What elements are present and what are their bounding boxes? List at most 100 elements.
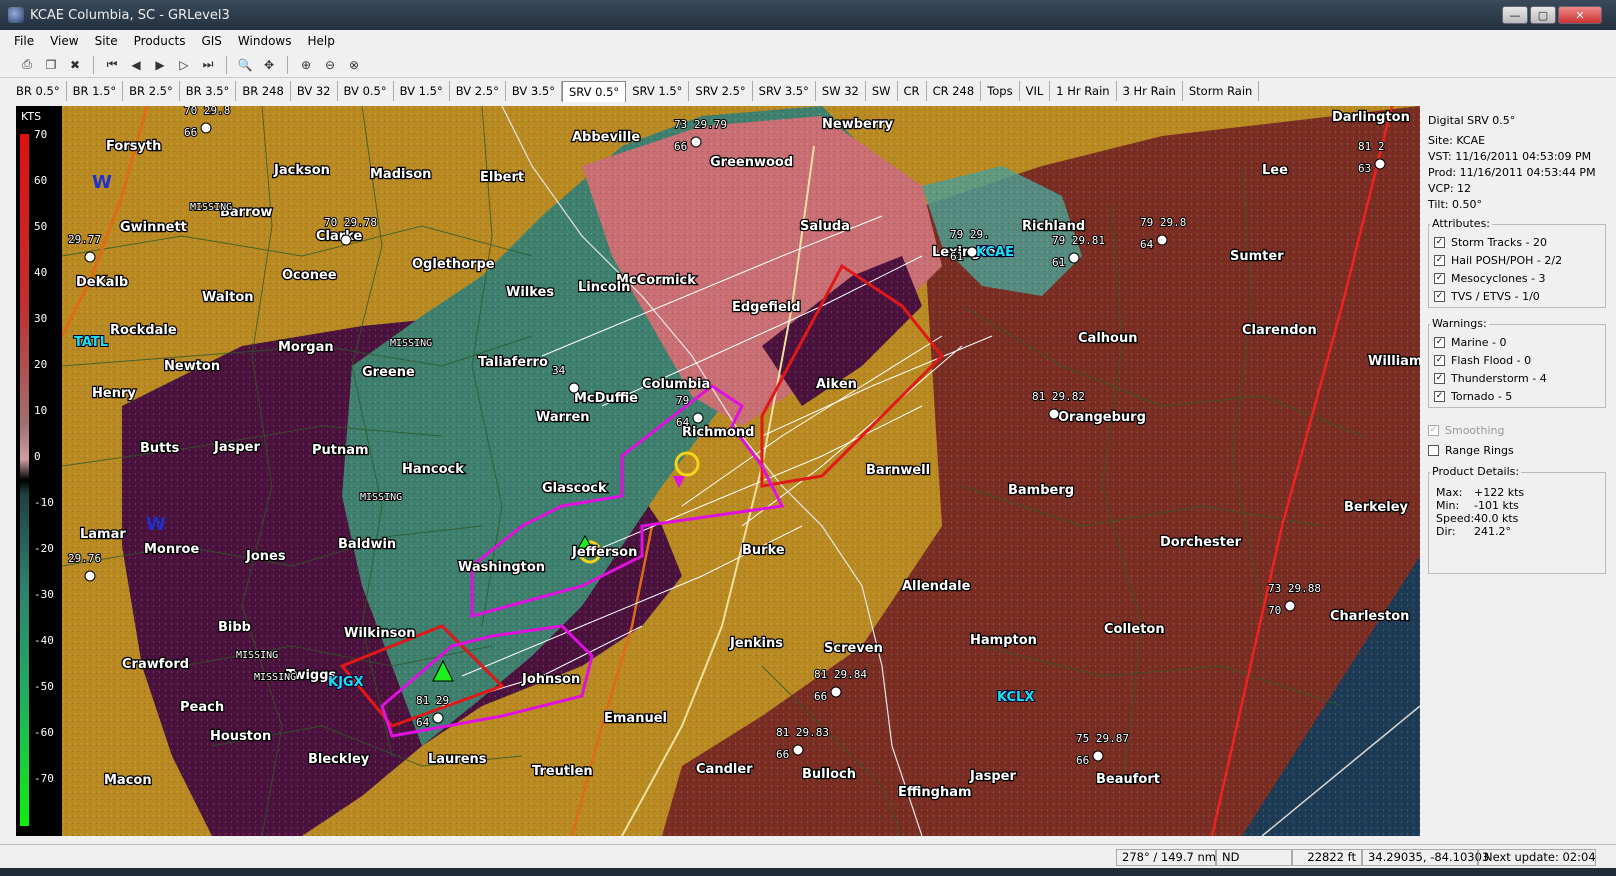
- county-label: Greenwood: [710, 155, 793, 170]
- radar-map-canvas[interactable]: Forsyth Jackson Madison Elbert Abbeville Gree…: [62, 106, 1420, 836]
- missing-label: MISSING: [254, 672, 296, 683]
- attributes-label: Attributes:: [1430, 217, 1493, 230]
- county-label: Bibb: [218, 620, 251, 635]
- checkbox-icon[interactable]: ✓: [1434, 355, 1445, 366]
- zoom-in-icon[interactable]: ⊕: [297, 56, 315, 74]
- last-frame-icon[interactable]: ⏭: [199, 56, 217, 74]
- checkbox-icon[interactable]: ✓: [1434, 273, 1445, 284]
- product-tab[interactable]: Tops: [981, 81, 1020, 101]
- menu-gis[interactable]: GIS: [193, 34, 229, 48]
- station-temp-pressure: 79 29.: [950, 228, 990, 241]
- checkbox-icon[interactable]: ✓: [1434, 391, 1445, 402]
- product-tab[interactable]: BV 32: [291, 81, 338, 101]
- checkbox-icon[interactable]: ✓: [1434, 237, 1445, 248]
- checkbox-marine[interactable]: ✓ Marine - 0: [1434, 336, 1507, 349]
- checkbox-thunderstorm[interactable]: ✓ Thunderstorm - 4: [1434, 372, 1547, 385]
- product-tab[interactable]: SRV 0.5°: [561, 80, 627, 102]
- menu-help[interactable]: Help: [300, 34, 343, 48]
- warning-marker: W: [146, 514, 166, 535]
- product-tab[interactable]: BR 0.5°: [10, 81, 67, 101]
- product-tab[interactable]: BV 0.5°: [338, 81, 394, 101]
- radar-site-label: KCAE: [976, 245, 1014, 260]
- station-dewpoint: 66: [184, 126, 197, 139]
- product-tab[interactable]: SRV 3.5°: [753, 81, 816, 101]
- warning-marker: W: [92, 172, 112, 193]
- product-tab[interactable]: BV 2.5°: [450, 81, 506, 101]
- station-temp-pressure: 79 29.8: [1140, 216, 1186, 229]
- checkbox-hail[interactable]: ✓ Hail POSH/POH - 2/2: [1434, 254, 1562, 267]
- play-icon[interactable]: ▶: [151, 56, 169, 74]
- product-tab[interactable]: BV 3.5°: [506, 81, 562, 101]
- product-tab[interactable]: SRV 2.5°: [689, 81, 753, 101]
- product-tab[interactable]: BV 1.5°: [394, 81, 450, 101]
- checkbox-icon[interactable]: ✓: [1434, 373, 1445, 384]
- checkbox-smoothing[interactable]: ✓ Smoothing: [1428, 424, 1504, 437]
- checkbox-tornado[interactable]: ✓ Tornado - 5: [1434, 390, 1512, 403]
- status-bar: 278° / 149.7 nm ND 22822 ft 34.29035, -8…: [0, 844, 1616, 868]
- zoom-tool-icon[interactable]: 🔍: [236, 56, 254, 74]
- detail-value: 241.2°: [1474, 525, 1511, 538]
- zoom-out-icon[interactable]: ⊖: [321, 56, 339, 74]
- minimize-button[interactable]: —: [1502, 6, 1528, 24]
- zoom-reset-icon[interactable]: ⊗: [345, 56, 363, 74]
- menu-products[interactable]: Products: [126, 34, 194, 48]
- county-label: Monroe: [144, 542, 199, 557]
- product-tab[interactable]: CR: [898, 81, 927, 101]
- product-tab[interactable]: BR 2.5°: [123, 81, 180, 101]
- checkbox-icon[interactable]: ✓: [1434, 337, 1445, 348]
- product-tab[interactable]: SW: [866, 81, 898, 101]
- step-forward-icon[interactable]: ▷: [175, 56, 193, 74]
- product-tab[interactable]: 3 Hr Rain: [1117, 81, 1183, 101]
- station-marker-icon: [1374, 158, 1386, 170]
- delete-icon[interactable]: ✖: [66, 56, 84, 74]
- product-tab[interactable]: BR 3.5°: [180, 81, 237, 101]
- product-tab[interactable]: VIL: [1020, 81, 1051, 101]
- scale-tick-label: -50: [34, 680, 54, 693]
- station-dewpoint: 66: [674, 140, 687, 153]
- product-tab[interactable]: SRV 1.5°: [626, 81, 690, 101]
- step-back-icon[interactable]: ◀: [127, 56, 145, 74]
- first-frame-icon[interactable]: ⏮: [103, 56, 121, 74]
- checkbox-label: Range Rings: [1445, 444, 1514, 457]
- pan-tool-icon[interactable]: ✥: [260, 56, 278, 74]
- product-tab[interactable]: BR 1.5°: [67, 81, 124, 101]
- county-label: Berkeley: [1344, 500, 1409, 515]
- print-icon[interactable]: ⎙: [18, 56, 36, 74]
- maximize-button[interactable]: ▢: [1530, 6, 1556, 24]
- scale-tick-label: 50: [34, 220, 48, 233]
- checkbox-icon[interactable]: ✓: [1428, 425, 1439, 436]
- product-tab[interactable]: CR 248: [927, 81, 982, 101]
- product-tab[interactable]: Storm Rain: [1183, 81, 1260, 101]
- menu-windows[interactable]: Windows: [230, 34, 300, 48]
- checkbox-icon[interactable]: [1428, 445, 1439, 456]
- checkbox-range-rings[interactable]: Range Rings: [1428, 444, 1514, 457]
- county-label: Lamar: [80, 527, 126, 542]
- county-label: Abbeville: [572, 130, 640, 145]
- checkbox-icon[interactable]: ✓: [1434, 255, 1445, 266]
- close-button[interactable]: ✕: [1558, 6, 1602, 24]
- warnings-label: Warnings:: [1430, 317, 1489, 330]
- checkbox-mesocyclones[interactable]: ✓ Mesocyclones - 3: [1434, 272, 1546, 285]
- checkbox-icon[interactable]: ✓: [1434, 291, 1445, 302]
- radar-map[interactable]: Forsyth Jackson Madison Elbert Abbeville Gree…: [62, 106, 1420, 836]
- checkbox-tvs[interactable]: ✓ TVS / ETVS - 1/0: [1434, 290, 1540, 303]
- county-label: Warren: [536, 410, 590, 425]
- toolbar-separator: [226, 55, 227, 74]
- county-label: Forsyth: [106, 139, 161, 154]
- copy-icon[interactable]: ❐: [42, 56, 60, 74]
- product-tab[interactable]: BR 248: [236, 81, 291, 101]
- menu-file[interactable]: File: [6, 34, 42, 48]
- checkbox-flash-flood[interactable]: ✓ Flash Flood - 0: [1434, 354, 1531, 367]
- county-label: Glascock: [542, 481, 607, 496]
- county-label: Wilkes: [506, 285, 554, 300]
- county-label: Burke: [742, 543, 785, 558]
- detail-dir: Dir: 241.2°: [1436, 525, 1511, 538]
- checkbox-storm-tracks[interactable]: ✓ Storm Tracks - 20: [1434, 236, 1547, 249]
- menu-site[interactable]: Site: [87, 34, 126, 48]
- scale-tick-label: 10: [34, 404, 48, 417]
- product-tab[interactable]: 1 Hr Rain: [1050, 81, 1117, 101]
- product-tab[interactable]: SW 32: [816, 81, 866, 101]
- station-marker-icon: [1156, 234, 1168, 246]
- station-marker-icon: [84, 570, 96, 582]
- menu-view[interactable]: View: [42, 34, 86, 48]
